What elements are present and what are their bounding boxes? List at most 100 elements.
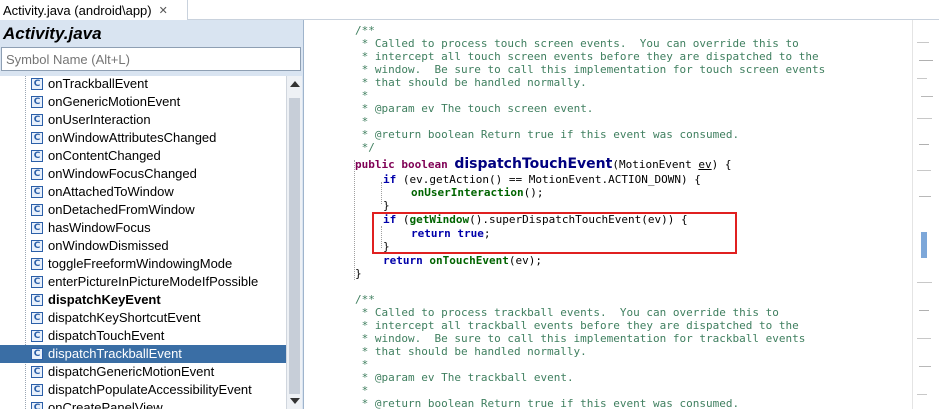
outline-scrollbar[interactable] xyxy=(286,76,302,409)
code-line: } xyxy=(383,199,390,212)
method-icon: C xyxy=(31,330,43,342)
ruler-mark xyxy=(917,394,927,395)
outline-item[interactable]: CdispatchTrackballEvent xyxy=(0,345,286,363)
symbol-search-input[interactable] xyxy=(6,49,300,69)
code-line: * window. Be sure to call this implement… xyxy=(355,63,826,76)
code-line: /** xyxy=(355,293,375,306)
outline-item-label: dispatchKeyEvent xyxy=(48,292,161,307)
ruler-mark xyxy=(917,118,932,119)
outline-item-label: onDetachedFromWindow xyxy=(48,202,195,217)
outline-item[interactable]: ConUserInteraction xyxy=(0,111,286,129)
ruler-mark xyxy=(919,310,929,311)
code-line: * that should be handled normally. xyxy=(355,345,587,358)
outline-item-label: onAttachedToWindow xyxy=(48,184,174,199)
method-icon: C xyxy=(31,222,43,234)
outline-item-label: dispatchTouchEvent xyxy=(48,328,165,343)
ruler-mark xyxy=(919,144,929,145)
outline-item[interactable]: ConAttachedToWindow xyxy=(0,183,286,201)
code-line: * intercept all touch screen events befo… xyxy=(355,50,819,63)
outline-item-label: onWindowFocusChanged xyxy=(48,166,197,181)
code-line: * @param ev The touch screen event. xyxy=(355,102,594,115)
method-icon: C xyxy=(31,276,43,288)
method-signature: public boolean dispatchTouchEvent(Motion… xyxy=(355,156,732,172)
outline-item-label: onContentChanged xyxy=(48,148,161,163)
outline-item[interactable]: ChasWindowFocus xyxy=(0,219,286,237)
ruler-mark xyxy=(919,196,931,197)
method-name: dispatchTouchEvent xyxy=(454,156,613,172)
outline-item[interactable]: ConDetachedFromWindow xyxy=(0,201,286,219)
outline-item-label: onCreatePanelView xyxy=(48,400,163,409)
method-icon: C xyxy=(31,204,43,216)
ruler-mark xyxy=(917,282,932,283)
outline-item[interactable]: CdispatchGenericMotionEvent xyxy=(0,363,286,381)
outline-item-label: dispatchTrackballEvent xyxy=(48,346,182,361)
outline-item-label: onTrackballEvent xyxy=(48,76,148,91)
editor-tab-activity-java[interactable]: Activity.java (android\app) ✕ xyxy=(0,0,188,20)
editor-gutter xyxy=(304,20,322,409)
method-icon: C xyxy=(31,348,43,360)
outline-item-label: onWindowDismissed xyxy=(48,238,169,253)
ruler-mark xyxy=(917,338,931,339)
outline-item[interactable]: ConGenericMotionEvent xyxy=(0,93,286,111)
method-icon: C xyxy=(31,168,43,180)
ruler-mark xyxy=(921,96,933,97)
method-icon: C xyxy=(31,186,43,198)
outline-item-label: toggleFreeformWindowingMode xyxy=(48,256,233,271)
code-line: if (ev.getAction() == MotionEvent.ACTION… xyxy=(383,173,701,186)
ruler-mark xyxy=(919,60,933,61)
ruler-mark xyxy=(917,170,931,171)
outline-item-label: onUserInteraction xyxy=(48,112,151,127)
method-icon: C xyxy=(31,96,43,108)
method-icon: C xyxy=(31,366,43,378)
symbol-tree: ConTrackballEvent ConGenericMotionEvent Co… xyxy=(0,76,286,409)
method-icon: C xyxy=(31,240,43,252)
outline-item[interactable]: CtoggleFreeformWindowingMode xyxy=(0,255,286,273)
outline-item[interactable]: ConContentChanged xyxy=(0,147,286,165)
fold-guide xyxy=(381,182,382,204)
method-icon: C xyxy=(31,402,43,409)
outline-item-label: enterPictureInPictureModeIfPossible xyxy=(48,274,259,289)
outline-item[interactable]: ConWindowFocusChanged xyxy=(0,165,286,183)
code-line: * xyxy=(355,115,369,128)
scroll-up-arrow-icon[interactable] xyxy=(290,81,300,87)
method-icon: C xyxy=(31,294,43,306)
outline-item[interactable]: ConTrackballEvent xyxy=(0,76,286,93)
scroll-down-arrow-icon[interactable] xyxy=(290,398,300,404)
highlight-box xyxy=(372,212,737,254)
outline-item-label: dispatchKeyShortcutEvent xyxy=(48,310,201,325)
code-line: * Called to process touch screen events.… xyxy=(355,37,799,50)
method-icon: C xyxy=(31,132,43,144)
close-icon[interactable]: ✕ xyxy=(159,4,168,17)
code-line: * intercept all trackball events before … xyxy=(355,319,799,332)
method-icon: C xyxy=(31,150,43,162)
code-line: * @return boolean Return true if this ev… xyxy=(355,128,740,141)
method-icon: C xyxy=(31,78,43,90)
outline-item[interactable]: CdispatchKeyShortcutEvent xyxy=(0,309,286,327)
outline-item[interactable]: CenterPictureInPictureModeIfPossible xyxy=(0,273,286,291)
fold-guide xyxy=(354,160,355,280)
ruler-viewport-mark[interactable] xyxy=(921,232,927,258)
ruler-mark xyxy=(917,42,929,43)
outline-item[interactable]: CdispatchPopulateAccessibilityEvent xyxy=(0,381,286,399)
symbol-search-box[interactable] xyxy=(1,47,301,71)
outline-item[interactable]: CdispatchTouchEvent xyxy=(0,327,286,345)
outline-item[interactable]: ConWindowDismissed xyxy=(0,237,286,255)
code-line: * Called to process trackball events. Yo… xyxy=(355,306,779,319)
outline-item[interactable]: CdispatchKeyEvent xyxy=(0,291,286,309)
outline-item-label: dispatchGenericMotionEvent xyxy=(48,364,215,379)
method-icon: C xyxy=(31,312,43,324)
code-line: * xyxy=(355,358,369,371)
code-line: * @param ev The trackball event. xyxy=(355,371,574,384)
overview-ruler[interactable] xyxy=(912,20,939,409)
outline-title: Activity.java xyxy=(3,24,102,43)
scroll-thumb[interactable] xyxy=(289,98,300,394)
code-line: * @return boolean Return true if this ev… xyxy=(355,397,740,409)
outline-item[interactable]: ConCreatePanelView xyxy=(0,399,286,409)
code-line: } xyxy=(355,267,362,280)
outline-item-label: hasWindowFocus xyxy=(48,220,151,235)
code-line: * xyxy=(355,89,369,102)
outline-item[interactable]: ConWindowAttributesChanged xyxy=(0,129,286,147)
code-line: * xyxy=(355,384,369,397)
code-line: onUserInteraction(); xyxy=(411,186,544,199)
code-line: * that should be handled normally. xyxy=(355,76,587,89)
